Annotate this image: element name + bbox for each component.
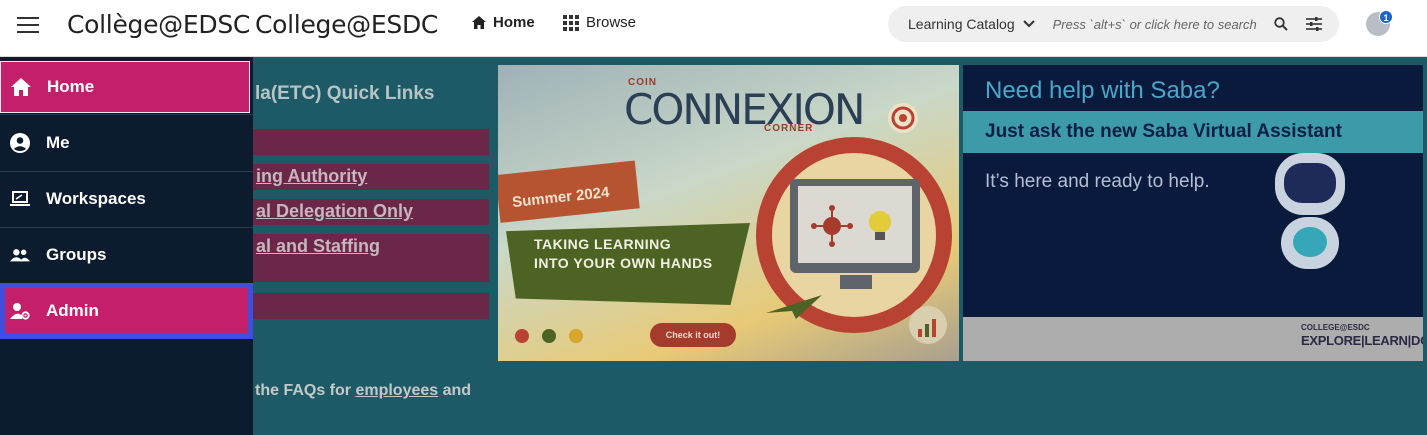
explore-learn-do-logo: EXPLORE|LEARN|DO [1301,333,1423,348]
quick-link[interactable] [252,293,489,319]
sidebar-item-groups[interactable]: Groups [0,227,253,283]
connexion-banner[interactable]: COIN CONNEXION CORNER Summer 2024 TAKING… [498,65,959,361]
carousel-dot[interactable] [542,329,556,343]
check-it-out-button[interactable]: Check it out! [650,323,736,347]
quick-link[interactable]: al and Staffing [252,234,489,282]
sidebar: Home Me Workspaces Groups Admin [0,57,253,435]
quick-links-title: la(ETC) Quick Links [255,83,435,104]
sidebar-item-label: Me [46,133,70,152]
sidebar-item-label: Home [47,77,95,96]
filter-settings-icon[interactable] [1305,17,1322,31]
admin-settings-icon [10,301,30,321]
target-icon [888,103,918,133]
network-icon [811,205,891,247]
search-scope-label: Learning Catalog [908,16,1015,32]
quick-link[interactable]: al Delegation Only [252,199,489,225]
monitor-stand [840,275,872,289]
sidebar-item-label: Admin [46,301,99,320]
nav-browse-label: Browse [586,14,637,31]
faq-text-before: the FAQs for [255,382,356,399]
search-icon[interactable] [1273,17,1288,31]
sidebar-item-label: Workspaces [46,189,146,208]
nav-home-label: Home [493,14,535,31]
sidebar-item-home[interactable]: Home [0,61,250,113]
faq-text: the FAQs for employees and [255,382,471,400]
faq-text-after: and [438,382,472,399]
search-input[interactable] [1052,16,1266,32]
carousel-dot[interactable] [515,329,529,343]
top-bar: Collège@EDSC College@ESDC Home Browse Le… [0,0,1427,57]
saba-ask-text: Just ask the new Saba Virtual Assistant [985,121,1342,142]
saba-heading: Need help with Saba? [985,77,1220,104]
nav-home[interactable]: Home [472,14,535,31]
banner-tagline-line-1: TAKING LEARNING [534,236,672,252]
saba-assistant-banner[interactable]: Need help with Saba? Just ask the new Sa… [963,65,1423,361]
saba-ready-text: It’s here and ready to help. [985,171,1210,192]
search-scope-dropdown[interactable]: Learning Catalog [908,16,1035,32]
home-icon [472,16,486,29]
paper-plane-icon [766,295,822,319]
brand-english[interactable]: College@ESDC [255,10,438,39]
laptop-icon [10,189,30,209]
sidebar-item-me[interactable]: Me [0,115,253,171]
menu-icon[interactable] [17,17,39,33]
carousel-dot[interactable] [569,329,583,343]
college-logo-small: COLLEGE@ESDC [1301,323,1370,332]
faq-employees-link[interactable]: employees [355,382,438,399]
home-icon [11,77,31,97]
brand-french[interactable]: Collège@EDSC [67,10,250,39]
nav-browse[interactable]: Browse [563,14,636,31]
chevron-down-icon [1022,20,1035,28]
banner-corner-label: CORNER [764,123,814,134]
quick-link[interactable] [252,129,489,155]
grid-icon [563,14,579,31]
sidebar-item-admin[interactable]: Admin [0,283,253,339]
growth-chart-icon [909,306,947,344]
monitor-screen [798,186,912,263]
sidebar-item-workspaces[interactable]: Workspaces [0,171,253,227]
account-circle-icon [10,133,30,153]
sidebar-item-label: Groups [46,245,107,264]
robot-face [1284,163,1336,203]
quick-link[interactable]: ing Authority [252,164,489,190]
notification-badge: 1 [1379,10,1393,24]
group-icon [10,245,30,265]
banner-tagline-line-2: INTO YOUR OWN HANDS [534,255,713,271]
cloud-icon [1293,227,1327,257]
banner-tagline: TAKING LEARNING INTO YOUR OWN HANDS [534,235,713,273]
banner-connexion-title: CONNEXION [624,85,865,134]
search-bar: Learning Catalog [888,6,1339,42]
